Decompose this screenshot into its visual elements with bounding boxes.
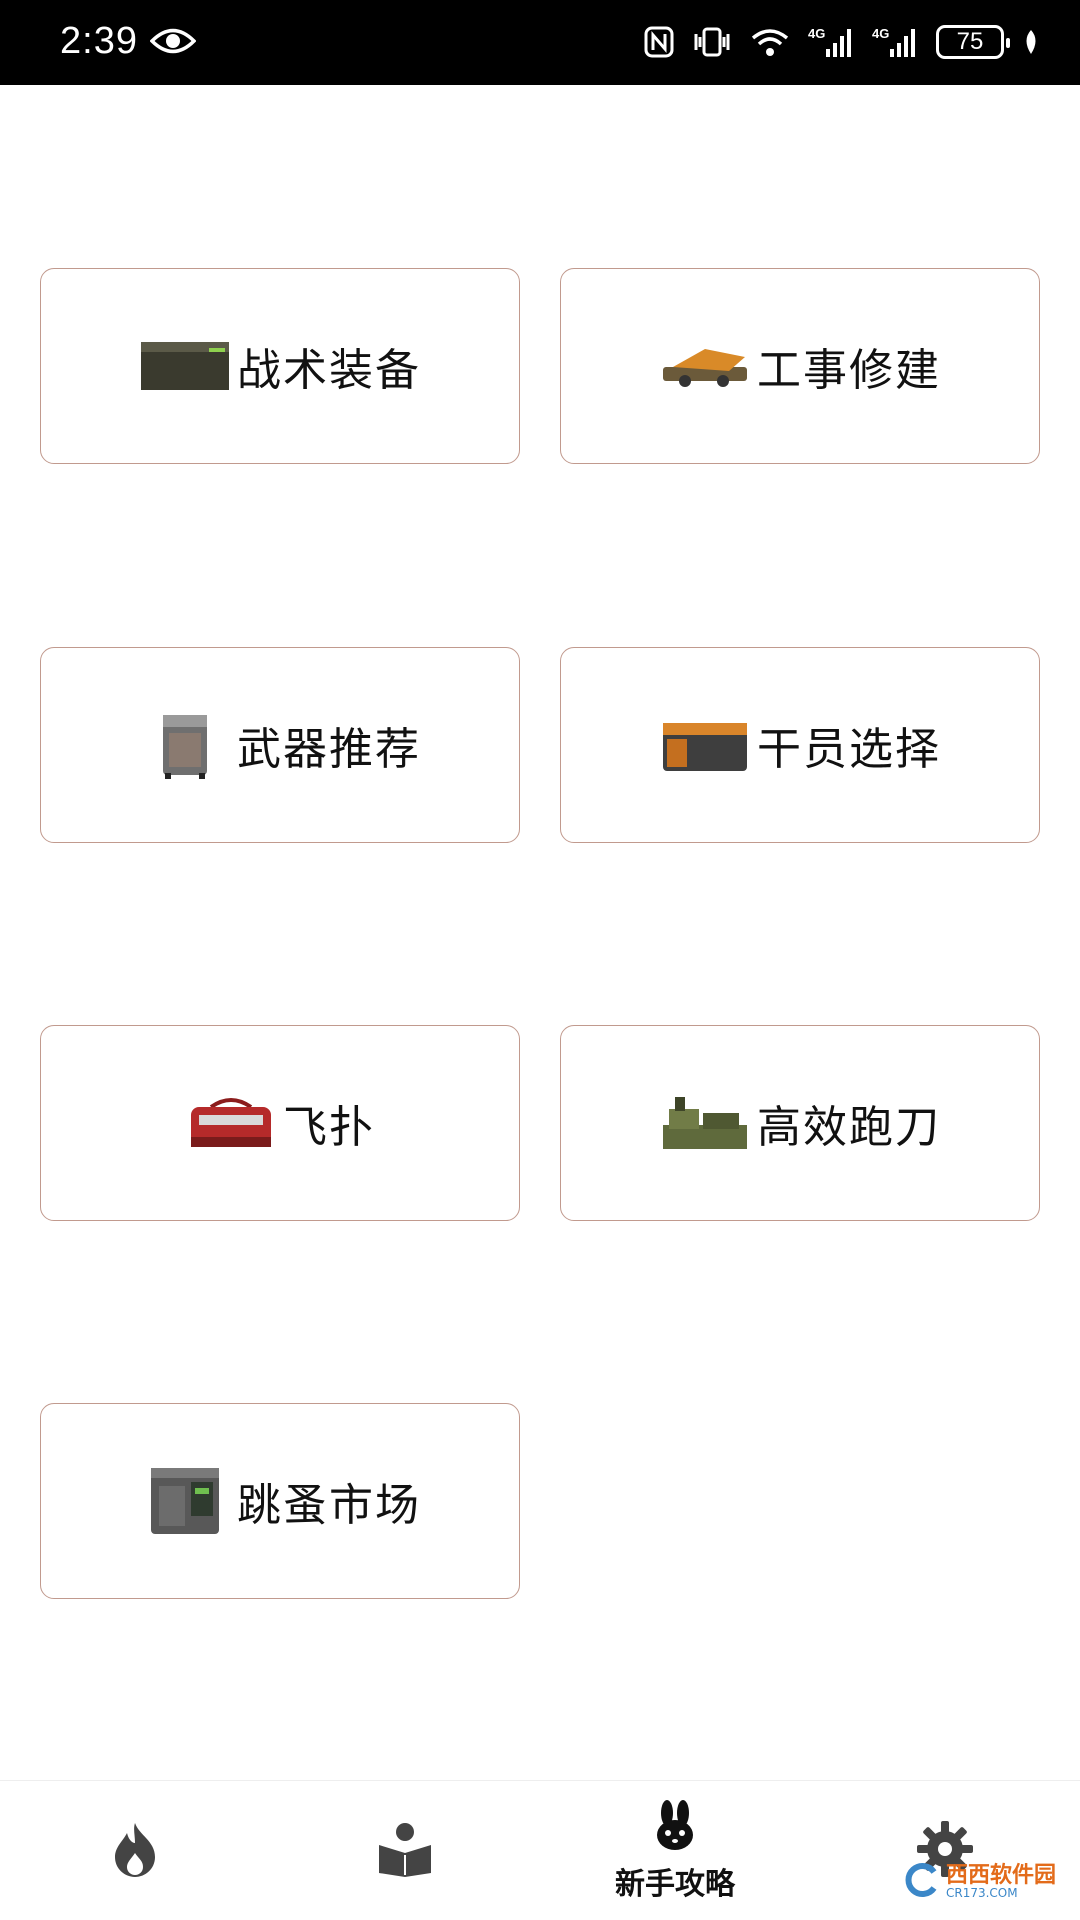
- menu-card-flea-market[interactable]: 跳蚤市场: [40, 1403, 520, 1599]
- vibrate-icon: [692, 25, 732, 59]
- wifi-icon: [750, 25, 790, 59]
- red-bag-icon: [185, 1088, 277, 1158]
- menu-card-dive[interactable]: 飞扑: [40, 1025, 520, 1221]
- status-icons: 4G 4G 75: [644, 22, 1040, 62]
- nav-item-beginner-guide[interactable]: 新手攻略: [540, 1781, 810, 1920]
- menu-card-label: 跳蚤市场: [237, 1480, 421, 1531]
- svg-text:4G: 4G: [808, 26, 825, 41]
- svg-text:4G: 4G: [872, 26, 889, 41]
- menu-card-label: 武器推荐: [237, 724, 421, 775]
- menu-card-label: 工事修建: [757, 345, 941, 396]
- nfc-icon: [644, 25, 674, 59]
- status-bar: 2:39 4G 4G 75: [0, 0, 1080, 85]
- watermark-logo: 西西软件园 CR173.COM: [904, 1862, 1056, 1902]
- menu-card-label: 飞扑: [283, 1102, 375, 1153]
- menu-card-operator-select[interactable]: 干员选择: [560, 647, 1040, 843]
- supply-pile-icon: [659, 1088, 751, 1158]
- reader-icon: [375, 1821, 435, 1881]
- eye-icon: [149, 26, 197, 56]
- menu-card-efficient-run[interactable]: 高效跑刀: [560, 1025, 1040, 1221]
- market-cabinet-icon: [139, 1466, 231, 1536]
- weapon-case-icon: [139, 710, 231, 780]
- signal-4g-icon: 4G: [808, 25, 854, 59]
- construction-icon: [659, 331, 751, 401]
- rabbit-icon: [651, 1799, 699, 1855]
- signal-4g-icon: 4G: [872, 25, 918, 59]
- menu-card-construction[interactable]: 工事修建: [560, 268, 1040, 464]
- menu-card-label: 战术装备: [237, 345, 421, 396]
- status-time: 2:39: [60, 20, 138, 62]
- watermark-sub: CR173.COM: [945, 1886, 1018, 1900]
- nav-item-hot[interactable]: [0, 1781, 270, 1920]
- nav-item-guide[interactable]: [270, 1781, 540, 1920]
- bottom-nav: 新手攻略 西西软件园 CR173.COM: [0, 1780, 1080, 1920]
- menu-card-tactical-equipment[interactable]: 战术装备: [40, 268, 520, 464]
- menu-card-label: 高效跑刀: [757, 1102, 941, 1153]
- battery-icon: 75: [936, 25, 1010, 59]
- menu-card-label: 干员选择: [757, 724, 941, 775]
- operator-crate-icon: [659, 710, 751, 780]
- watermark-text: 西西软件园: [945, 1863, 1056, 1888]
- nav-label-beginner-guide: 新手攻略: [615, 1867, 735, 1902]
- watermark-c-icon: [904, 1862, 940, 1902]
- watermark-text-group: 西西软件园 CR173.COM: [945, 1863, 1056, 1900]
- flame-icon: [107, 1819, 163, 1883]
- menu-card-weapon-recommend[interactable]: 武器推荐: [40, 647, 520, 843]
- leaf-icon: [1022, 25, 1040, 59]
- equipment-box-icon: [139, 331, 231, 401]
